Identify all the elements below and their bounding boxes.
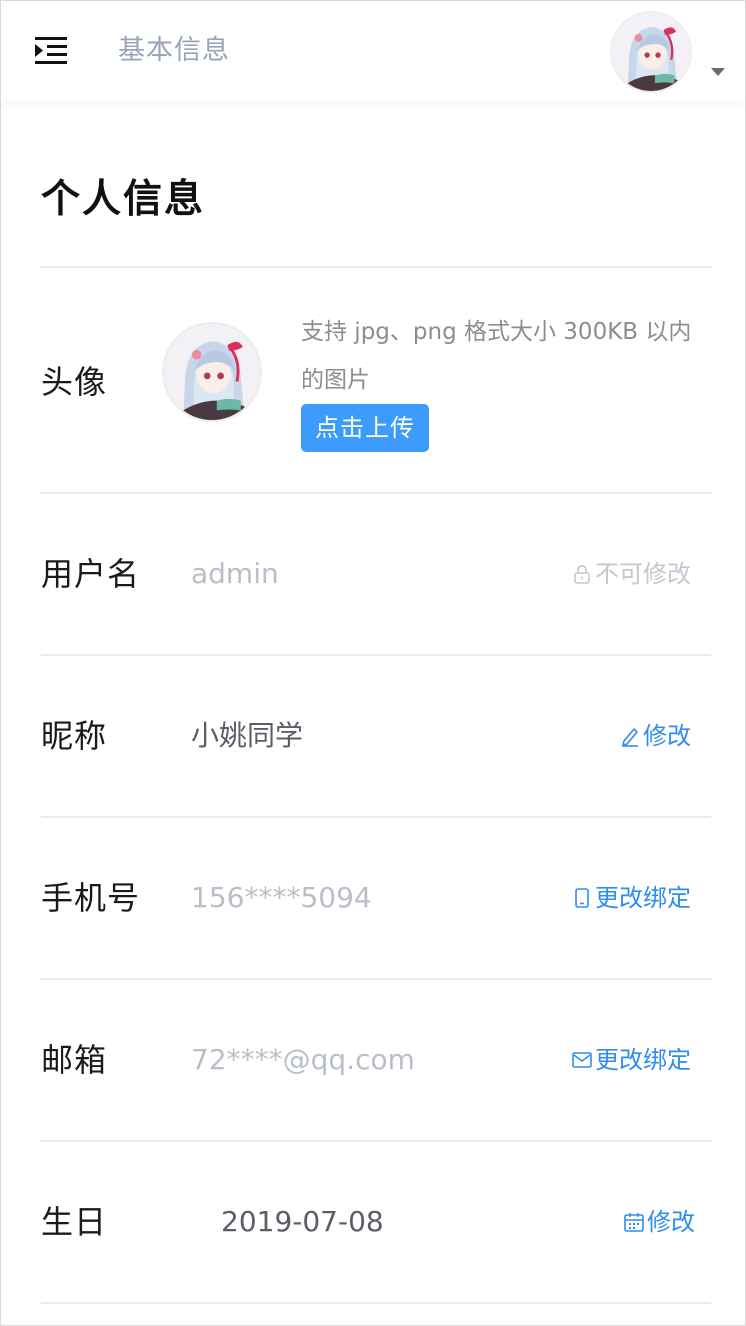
edit-birthday-button[interactable]: 修改 bbox=[623, 1202, 695, 1242]
birthday-row: 生日 2019-07-08 修改 bbox=[41, 1142, 711, 1304]
profile-content: 个人信息 头像 支持 jpg、png 格式大小 300KB 以内的图片 点击上传… bbox=[41, 101, 711, 1304]
phone-value: 156****5094 bbox=[191, 881, 372, 914]
email-value: 72****@qq.com bbox=[191, 1043, 415, 1076]
breadcrumb-title: 基本信息 bbox=[118, 35, 230, 66]
change-email-label: 更改绑定 bbox=[595, 1046, 691, 1074]
user-avatar[interactable] bbox=[610, 11, 692, 93]
avatar-row: 头像 支持 jpg、png 格式大小 300KB 以内的图片 点击上传 bbox=[41, 268, 711, 494]
edit-birthday-label: 修改 bbox=[647, 1208, 695, 1236]
username-label: 用户名 bbox=[41, 555, 141, 593]
birthday-label: 生日 bbox=[41, 1203, 108, 1241]
avatar-label: 头像 bbox=[41, 363, 108, 401]
username-action-label: 不可修改 bbox=[595, 560, 691, 588]
mobile-icon bbox=[571, 887, 593, 909]
username-locked-status: 不可修改 bbox=[571, 554, 691, 594]
birthday-value: 2019-07-08 bbox=[221, 1205, 384, 1238]
edit-nickname-label: 修改 bbox=[643, 722, 691, 750]
avatar-upload-hint: 支持 jpg、png 格式大小 300KB 以内的图片 bbox=[301, 319, 692, 393]
edit-icon bbox=[619, 725, 641, 747]
phone-label: 手机号 bbox=[41, 879, 141, 917]
change-phone-label: 更改绑定 bbox=[595, 884, 691, 912]
upload-button[interactable]: 点击上传 bbox=[301, 404, 429, 452]
change-email-button[interactable]: 更改绑定 bbox=[571, 1040, 691, 1080]
username-value: admin bbox=[191, 557, 279, 590]
nickname-label: 昵称 bbox=[41, 717, 108, 755]
change-phone-button[interactable]: 更改绑定 bbox=[571, 878, 691, 918]
calendar-icon bbox=[623, 1211, 645, 1233]
page-title: 个人信息 bbox=[41, 101, 711, 268]
caret-down-icon[interactable] bbox=[711, 68, 725, 76]
email-label: 邮箱 bbox=[41, 1041, 108, 1079]
nickname-row: 昵称 小姚同学 修改 bbox=[41, 656, 711, 818]
profile-avatar bbox=[162, 322, 262, 422]
profile-page: 基本信息 个人信息 头像 支持 jpg、png 格式大小 300KB 以内的图片… bbox=[0, 0, 746, 1326]
menu-indent-icon[interactable] bbox=[33, 35, 69, 67]
email-row: 邮箱 72****@qq.com 更改绑定 bbox=[41, 980, 711, 1142]
nickname-value: 小姚同学 bbox=[191, 719, 304, 752]
lock-icon bbox=[571, 563, 593, 585]
top-header: 基本信息 bbox=[1, 1, 745, 101]
username-row: 用户名 admin 不可修改 bbox=[41, 494, 711, 656]
mail-icon bbox=[571, 1049, 593, 1071]
phone-row: 手机号 156****5094 更改绑定 bbox=[41, 818, 711, 980]
edit-nickname-button[interactable]: 修改 bbox=[619, 716, 691, 756]
